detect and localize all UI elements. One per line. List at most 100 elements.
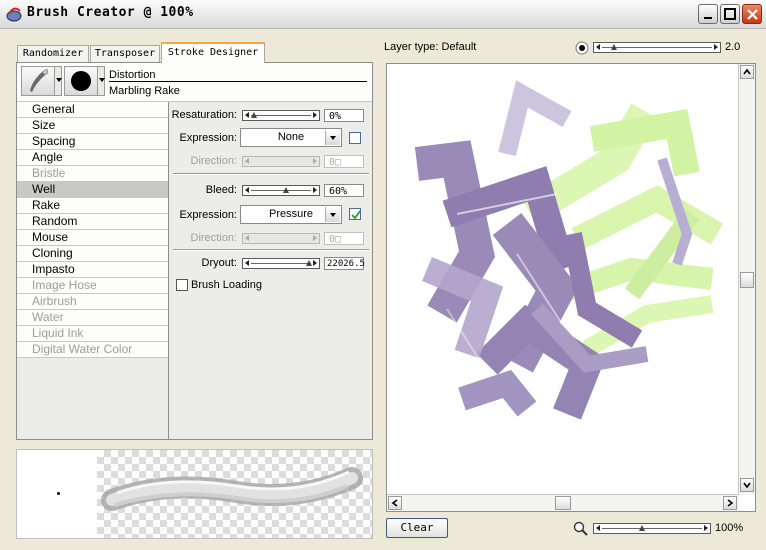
chevron-down-icon <box>325 130 340 145</box>
category-digital-water-color: Digital Water Color <box>17 342 168 358</box>
chevron-down-icon <box>325 207 340 222</box>
brush-category-name: Distortion <box>109 69 367 82</box>
close-button[interactable] <box>742 4 762 24</box>
expression-invert-checkbox[interactable] <box>349 132 361 144</box>
close-icon <box>747 9 758 20</box>
minimize-button[interactable] <box>698 4 718 24</box>
dryout-thumb[interactable] <box>306 260 312 266</box>
chevron-right-icon <box>727 499 734 507</box>
scratch-strokes <box>414 80 724 420</box>
stroke-designer-panel: Distortion Marbling Rake General Size Sp… <box>16 62 373 440</box>
expression-value-2: Pressure <box>268 208 314 220</box>
direction-value: 0□ <box>324 155 364 168</box>
scroll-down-button[interactable] <box>740 478 754 492</box>
category-image-hose: Image Hose <box>17 278 168 294</box>
title-bar: Brush Creator @ 100% <box>0 0 766 29</box>
category-angle[interactable]: Angle <box>17 150 168 166</box>
settings-category-list: General Size Spacing Angle Bristle Well … <box>17 102 169 439</box>
bleed-value[interactable]: 60% <box>324 184 364 197</box>
category-rake[interactable]: Rake <box>17 198 168 214</box>
app-icon <box>6 7 22 22</box>
category-airbrush: Airbrush <box>17 294 168 310</box>
window-title: Brush Creator @ 100% <box>27 5 194 20</box>
dryout-label: Dryout: <box>201 257 237 269</box>
category-random[interactable]: Random <box>17 214 168 230</box>
expression-select[interactable]: None <box>240 128 342 147</box>
chevron-down-icon <box>743 482 751 489</box>
brush-category-dropdown[interactable] <box>54 66 62 96</box>
tab-randomizer[interactable]: Randomizer <box>17 45 89 62</box>
well-settings: Resaturation: 0% Expression: None Direct… <box>169 102 372 439</box>
slider-left-arrow-icon <box>596 525 600 531</box>
expression-select-2[interactable]: Pressure <box>240 205 342 224</box>
slider-right-arrow-icon <box>704 525 708 531</box>
category-general[interactable]: General <box>17 102 168 118</box>
vertical-scroll-thumb[interactable] <box>740 272 754 288</box>
brush-size-slider[interactable] <box>593 42 721 53</box>
section-divider <box>173 249 369 251</box>
bleed-label: Bleed: <box>205 184 237 196</box>
stroke-preview <box>16 449 373 539</box>
scroll-left-button[interactable] <box>388 496 402 510</box>
section-divider <box>173 173 369 175</box>
category-size[interactable]: Size <box>17 118 168 134</box>
brush-category-icon <box>30 68 49 92</box>
resaturation-slider[interactable] <box>242 110 320 121</box>
horizontal-scrollbar[interactable] <box>387 494 739 511</box>
zoom-slider[interactable] <box>593 523 711 534</box>
direction-label-2: Direction: <box>190 232 237 244</box>
category-spacing[interactable]: Spacing <box>17 134 168 150</box>
direction-slider-2 <box>242 233 320 244</box>
brush-loading-checkbox[interactable] <box>176 279 188 291</box>
dab-preview-dot <box>57 492 60 495</box>
brush-variant-name[interactable]: Marbling Rake <box>109 85 180 97</box>
resaturation-label: Resaturation: <box>171 109 237 121</box>
slider-left-arrow-icon <box>245 112 249 118</box>
vertical-scrollbar[interactable] <box>738 64 755 495</box>
category-well[interactable]: Well <box>17 182 168 198</box>
category-cloning[interactable]: Cloning <box>17 246 168 262</box>
brush-loading-label: Brush Loading <box>191 279 262 291</box>
dab-type-picker[interactable] <box>64 66 98 96</box>
bleed-thumb[interactable] <box>283 187 289 193</box>
dryout-slider[interactable] <box>242 258 320 269</box>
resaturation-thumb[interactable] <box>251 112 257 118</box>
zoom-value: 100% <box>715 522 744 534</box>
tab-transposer[interactable]: Transposer <box>90 45 160 62</box>
category-bristle: Bristle <box>17 166 168 182</box>
scratch-pad[interactable] <box>386 63 756 512</box>
brush-category-picker[interactable] <box>21 66 55 96</box>
brush-size-icon <box>575 41 589 55</box>
chevron-left-icon <box>391 499 398 507</box>
expression-label: Expression: <box>179 132 237 144</box>
resaturation-value[interactable]: 0% <box>324 109 364 122</box>
direction-label: Direction: <box>190 155 237 167</box>
chevron-up-icon <box>743 68 751 75</box>
stroke-preview-canvas <box>97 450 372 538</box>
category-mouse[interactable]: Mouse <box>17 230 168 246</box>
dab-type-dropdown[interactable] <box>97 66 105 96</box>
clear-button[interactable]: Clear <box>386 518 448 538</box>
brush-size-value: 2.0 <box>725 41 741 53</box>
checkmark-icon <box>351 210 361 220</box>
zoom-icon <box>573 521 588 536</box>
expression-invert-checkbox-2[interactable] <box>349 208 361 220</box>
maximize-button[interactable] <box>720 4 740 24</box>
category-liquid-ink: Liquid Ink <box>17 326 168 342</box>
slider-right-arrow-icon <box>714 44 718 50</box>
horizontal-scroll-thumb[interactable] <box>555 496 571 510</box>
preview-stroke <box>101 467 363 511</box>
brush-size-thumb[interactable] <box>611 44 617 50</box>
expression-label-2: Expression: <box>179 209 237 221</box>
zoom-thumb[interactable] <box>639 525 645 531</box>
dryout-value[interactable]: 22026.5 <box>324 257 365 270</box>
scroll-right-button[interactable] <box>723 496 737 510</box>
bleed-slider[interactable] <box>242 185 320 196</box>
tab-stroke-designer[interactable]: Stroke Designer <box>161 42 265 63</box>
slider-left-arrow-icon <box>596 44 600 50</box>
category-impasto[interactable]: Impasto <box>17 262 168 278</box>
direction-slider <box>242 156 320 167</box>
brush-selector-bar: Distortion Marbling Rake <box>17 63 372 102</box>
scroll-up-button[interactable] <box>740 65 754 79</box>
slider-right-arrow-icon <box>313 112 317 118</box>
